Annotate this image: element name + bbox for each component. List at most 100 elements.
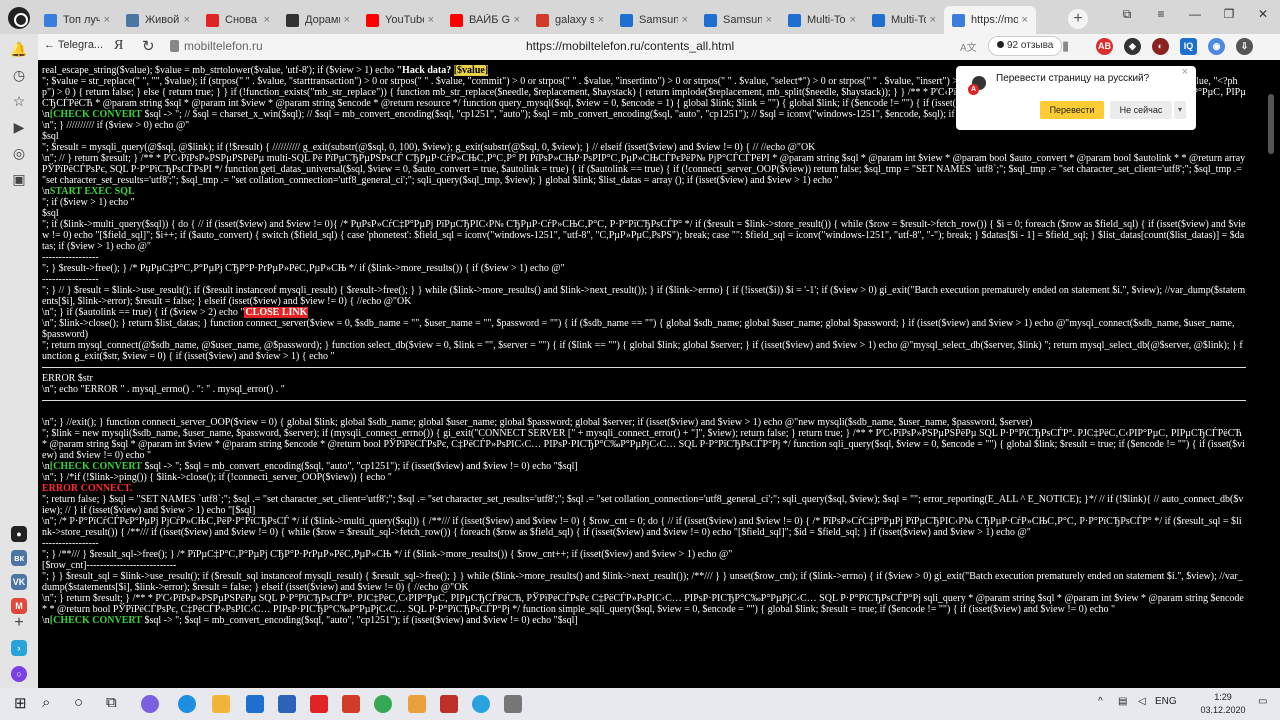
tab[interactable]: Multi-Tool × xyxy=(864,6,944,34)
tab-close-icon[interactable]: × xyxy=(184,14,190,26)
code-text: \n"; // } return $result; } /** * Р'С‹Рї… xyxy=(42,153,1246,186)
tab[interactable]: ВАЙБ GOO × xyxy=(442,6,528,34)
bell-icon[interactable]: 🔔 xyxy=(10,40,28,58)
code-text: "; if ($link->multi_query($sql)) { do { … xyxy=(42,219,1246,252)
yandex-taskbar-icon[interactable] xyxy=(342,695,360,713)
chevron-down-icon[interactable]: ▾ xyxy=(1174,101,1186,119)
scrollbar-thumb[interactable] xyxy=(1268,94,1274,154)
bookmark-icon[interactable]: ▮ xyxy=(1062,38,1069,54)
page-scrollbar[interactable] xyxy=(1262,60,1280,688)
tab-close-icon[interactable]: × xyxy=(930,14,936,26)
tab-close-icon[interactable]: × xyxy=(514,14,520,26)
tab[interactable]: galaxy s10 × xyxy=(528,6,612,34)
minimize-button[interactable]: — xyxy=(1178,0,1212,28)
close-icon[interactable]: × xyxy=(1182,66,1188,78)
reload-icon[interactable]: ↻ xyxy=(142,37,155,55)
yandex-logo[interactable]: Я xyxy=(114,38,123,54)
translate-icon[interactable]: A文 xyxy=(960,39,977,54)
vk-app-icon-2[interactable]: VK xyxy=(11,574,27,590)
cortana-icon[interactable]: ○ xyxy=(74,694,83,711)
tab[interactable]: Samsung S × xyxy=(696,6,780,34)
translate-button[interactable]: Перевести xyxy=(1040,101,1104,119)
system-clock[interactable]: 1:29 03.12.2020 xyxy=(1196,691,1250,717)
tab[interactable]: YouTube × xyxy=(358,6,442,34)
adblock-extension-icon[interactable]: AB xyxy=(1096,38,1113,55)
media-taskbar-icon[interactable] xyxy=(440,695,458,713)
iq-extension-icon[interactable]: IQ xyxy=(1180,38,1197,55)
add-app-icon[interactable]: + xyxy=(10,614,28,632)
notifications-icon[interactable]: ▭ xyxy=(1258,696,1267,707)
vpn-extension-icon[interactable]: ◉ xyxy=(1208,38,1225,55)
start-exec-sql-label: START EXEC SQL xyxy=(49,186,135,197)
search-icon[interactable]: ⌕ xyxy=(42,694,50,711)
not-now-button[interactable]: Не сейчас xyxy=(1110,101,1172,119)
task-view-icon[interactable]: ⧉ xyxy=(106,694,117,711)
tab-favicon-icon xyxy=(704,13,717,27)
browser-logo-icon[interactable] xyxy=(8,7,30,29)
app-taskbar-icon-3[interactable] xyxy=(504,695,522,713)
alice-app-icon[interactable]: ○ xyxy=(11,666,27,682)
new-tab-button[interactable]: + xyxy=(1068,9,1088,29)
tab-close-icon[interactable]: × xyxy=(850,14,856,26)
explorer-taskbar-icon[interactable] xyxy=(212,695,230,713)
close-window-button[interactable]: ✕ xyxy=(1246,0,1280,28)
app-taskbar-icon-2[interactable] xyxy=(472,695,490,713)
tab-close-icon[interactable]: × xyxy=(682,14,688,26)
incognito-extension-icon[interactable]: ◐ xyxy=(1152,38,1169,55)
windows-start-icon[interactable]: ⊞ xyxy=(14,694,27,712)
radio-app-icon[interactable]: ● xyxy=(11,526,27,542)
tab-title: Живой | Вк xyxy=(145,14,180,26)
tab-close-icon[interactable]: × xyxy=(104,14,110,26)
tab[interactable]: Samsung S × xyxy=(612,6,696,34)
menu-icon[interactable]: ≡ xyxy=(1144,0,1178,28)
tab[interactable]: Живой | Вк × xyxy=(118,6,198,34)
url-field[interactable]: https://mobiltelefon.ru/contents_all.htm… xyxy=(526,39,734,53)
edge-taskbar-icon[interactable] xyxy=(178,695,196,713)
code-text: "; return mysql_connect(@$sdb_name, @$us… xyxy=(42,340,1243,362)
tab-close-icon[interactable]: × xyxy=(264,14,270,26)
tab-close-icon[interactable]: × xyxy=(428,14,434,26)
tab[interactable]: Дорамы в × xyxy=(278,6,358,34)
tray-chevron-icon[interactable]: ^ xyxy=(1098,696,1103,707)
restore-button[interactable]: ❐ xyxy=(1212,0,1246,28)
collections-icon[interactable]: ▣ xyxy=(10,170,28,188)
yandex-browser-taskbar-icon[interactable] xyxy=(310,695,328,713)
tab-favicon-icon xyxy=(450,13,463,27)
mail-app-icon[interactable]: M xyxy=(11,598,27,614)
language-indicator[interactable]: ENG xyxy=(1155,696,1177,707)
messenger-app-icon[interactable]: › xyxy=(11,640,27,656)
volume-icon[interactable]: ◁ xyxy=(1138,696,1146,707)
downloads-icon[interactable]: ⇩ xyxy=(1236,38,1253,55)
tab[interactable]: https://mo × xyxy=(944,6,1036,34)
site-domain[interactable]: mobiltelefon.ru xyxy=(184,39,263,53)
tab-title: YouTube xyxy=(385,14,424,26)
alice-icon[interactable]: ◎ xyxy=(10,144,28,162)
reviews-badge[interactable]: 92 отзыва xyxy=(988,36,1063,56)
code-text: [$row_cnt]--------------------------- xyxy=(42,560,177,571)
network-icon[interactable]: ▤ xyxy=(1118,696,1127,707)
tab-overview-icon[interactable]: ⧉ xyxy=(1110,0,1144,28)
tab-close-icon[interactable]: × xyxy=(1022,14,1028,26)
app-taskbar-icon[interactable] xyxy=(408,695,426,713)
mail-taskbar-icon[interactable] xyxy=(246,695,264,713)
tab[interactable]: Multi-Tool × xyxy=(780,6,864,34)
translate-popup: A Перевести страницу на русский? × Перев… xyxy=(956,66,1196,130)
tab-close-icon[interactable]: × xyxy=(598,14,604,26)
lock-icon[interactable] xyxy=(170,40,179,52)
tab-close-icon[interactable]: × xyxy=(766,14,772,26)
vk-app-icon[interactable]: вк xyxy=(11,550,27,566)
address-bar-row: ← Telegra... Я ↻ mobiltelefon.ru https:/… xyxy=(38,34,1280,60)
star-icon[interactable]: ☆ xyxy=(10,92,28,110)
alice-taskbar-icon[interactable] xyxy=(141,695,159,713)
code-text: \n xyxy=(42,186,50,197)
tab[interactable]: Снова 18 д × xyxy=(198,6,278,34)
zen-icon[interactable]: ▶ xyxy=(10,118,28,136)
word-taskbar-icon[interactable] xyxy=(278,695,296,713)
shield-extension-icon[interactable]: ◆ xyxy=(1124,38,1141,55)
tab-title: Дорамы в xyxy=(305,14,340,26)
history-icon[interactable]: ◷ xyxy=(10,66,28,84)
tab-close-icon[interactable]: × xyxy=(344,14,350,26)
tab[interactable]: Топ лучших × xyxy=(36,6,118,34)
chrome-taskbar-icon[interactable] xyxy=(374,695,392,713)
back-button[interactable]: ← Telegra... xyxy=(44,39,103,51)
